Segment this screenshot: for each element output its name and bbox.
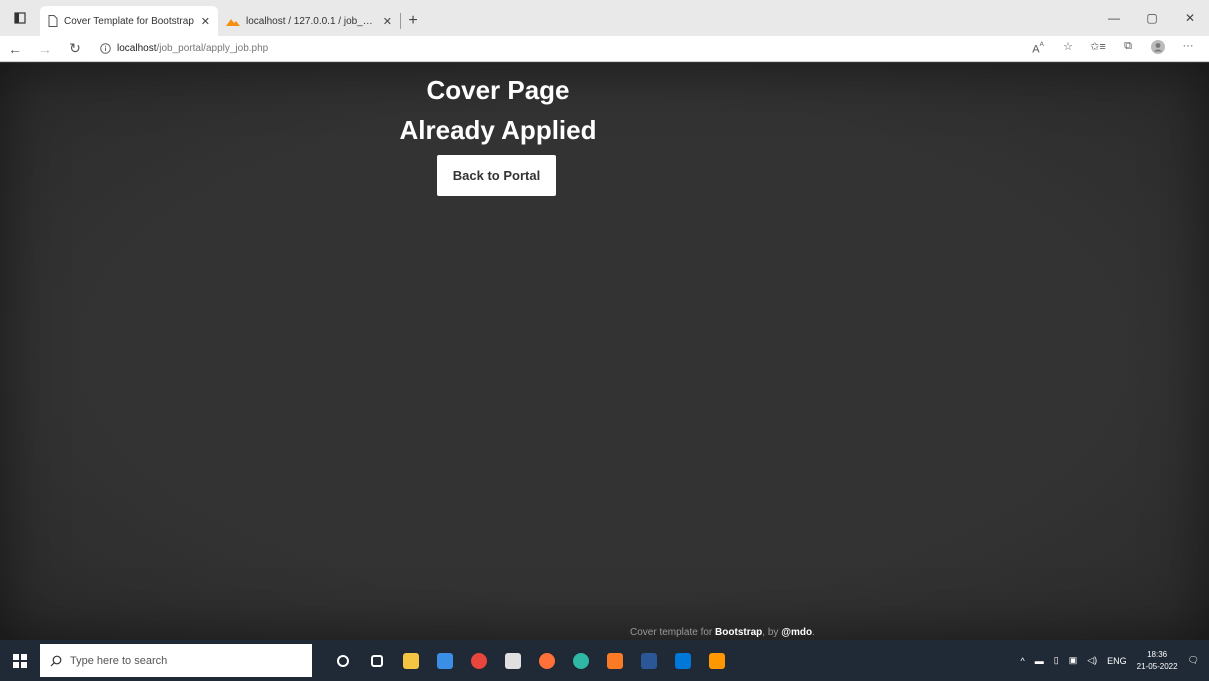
favorite-star-icon[interactable]: ☆ [1053,40,1083,57]
address-bar: ← → ↻ localhost/job_portal/apply_job.php… [0,36,1209,62]
volume-icon[interactable]: ◁) [1087,655,1097,666]
tab-actions-icon[interactable] [0,0,40,36]
new-tab-icon[interactable]: + [401,6,425,36]
clock-time: 18:36 [1147,649,1168,659]
bootstrap-link[interactable]: Bootstrap [715,627,762,638]
status-heading: Already Applied [399,115,597,145]
battery-icon[interactable]: ▯ [1054,655,1059,666]
search-placeholder: Type here to search [70,654,168,667]
footer-suffix: . [812,627,815,638]
minimize-icon[interactable]: — [1095,11,1133,25]
search-icon [50,655,62,666]
collections-icon[interactable]: ⧉ [1113,40,1143,57]
cover-content: Cover Page Already Applied Back to Porta… [380,71,616,196]
footer-mid: , by [762,627,782,638]
notifications-icon[interactable]: 🗨 [1188,655,1199,666]
restore-icon[interactable]: ▢ [1133,11,1171,25]
taskbar-search-input[interactable]: Type here to search [40,644,312,677]
tab-title: localhost / 127.0.0.1 / job_portal [246,15,377,27]
forward-arrow-icon[interactable]: → [30,41,60,57]
file-explorer-icon[interactable] [394,640,428,681]
tab-phpmyadmin[interactable]: localhost / 127.0.0.1 / job_portal ✕ [218,6,400,36]
system-tray: ^ ▬ ▯ ▣ ◁) ENG 18:36 21-05-2022 🗨 [1021,640,1209,681]
show-hidden-icons-icon[interactable]: ^ [1021,656,1025,666]
notepad-icon[interactable] [496,640,530,681]
page-viewport: Cover Page Already Applied Back to Porta… [0,63,1209,640]
back-to-portal-button[interactable]: Back to Portal [436,155,557,196]
clock-date: 21-05-2022 [1136,661,1178,671]
word-icon[interactable] [632,640,666,681]
security-icon[interactable]: ▣ [1069,655,1078,666]
tab-cover-template[interactable]: Cover Template for Bootstrap ✕ [40,6,218,36]
mail-icon[interactable] [428,640,462,681]
phpmyadmin-icon [226,19,240,26]
more-menu-icon[interactable]: ··· [1173,40,1203,57]
task-view-icon[interactable] [360,640,394,681]
url-host: localhost [117,43,157,54]
clock[interactable]: 18:36 21-05-2022 [1137,649,1178,673]
url-field[interactable]: localhost/job_portal/apply_job.php [100,43,1023,54]
chrome-icon[interactable] [462,640,496,681]
tab-title: Cover Template for Bootstrap [64,15,194,27]
photos-icon[interactable] [666,640,700,681]
close-tab-icon[interactable]: ✕ [201,15,210,28]
window-controls: — ▢ ✕ [1095,0,1209,36]
network-icon[interactable]: ▬ [1035,656,1044,666]
windows-start-icon[interactable] [0,640,40,681]
sublime-icon[interactable] [700,640,734,681]
edge-icon[interactable] [564,640,598,681]
profile-avatar-icon[interactable] [1143,40,1173,57]
xampp-icon[interactable] [598,640,632,681]
footer-credit: Cover template for Bootstrap, by @mdo. [630,627,815,638]
firefox-icon[interactable] [530,640,564,681]
read-aloud-icon[interactable]: Aᴬ [1023,40,1053,57]
page-title: Cover Page [426,75,570,105]
page-icon [48,15,58,27]
close-window-icon[interactable]: ✕ [1171,11,1209,25]
footer-prefix: Cover template for [630,627,716,638]
language-indicator[interactable]: ENG [1107,656,1127,666]
address-bar-actions: Aᴬ ☆ ✩≡ ⧉ ··· [1023,40,1203,57]
browser-tab-strip: Cover Template for Bootstrap ✕ localhost… [0,0,1209,36]
info-icon [100,43,111,54]
cortana-icon[interactable] [326,640,360,681]
windows-taskbar: Type here to search ^ ▬ ▯ ▣ ◁) ENG 18:36… [0,640,1209,681]
refresh-icon[interactable]: ↻ [60,40,90,57]
mdo-link[interactable]: @mdo [781,627,812,638]
close-tab-icon[interactable]: ✕ [383,15,392,28]
favorites-list-icon[interactable]: ✩≡ [1083,40,1113,57]
back-arrow-icon[interactable]: ← [0,41,30,57]
url-path: /job_portal/apply_job.php [156,43,269,54]
taskbar-apps [326,640,734,681]
